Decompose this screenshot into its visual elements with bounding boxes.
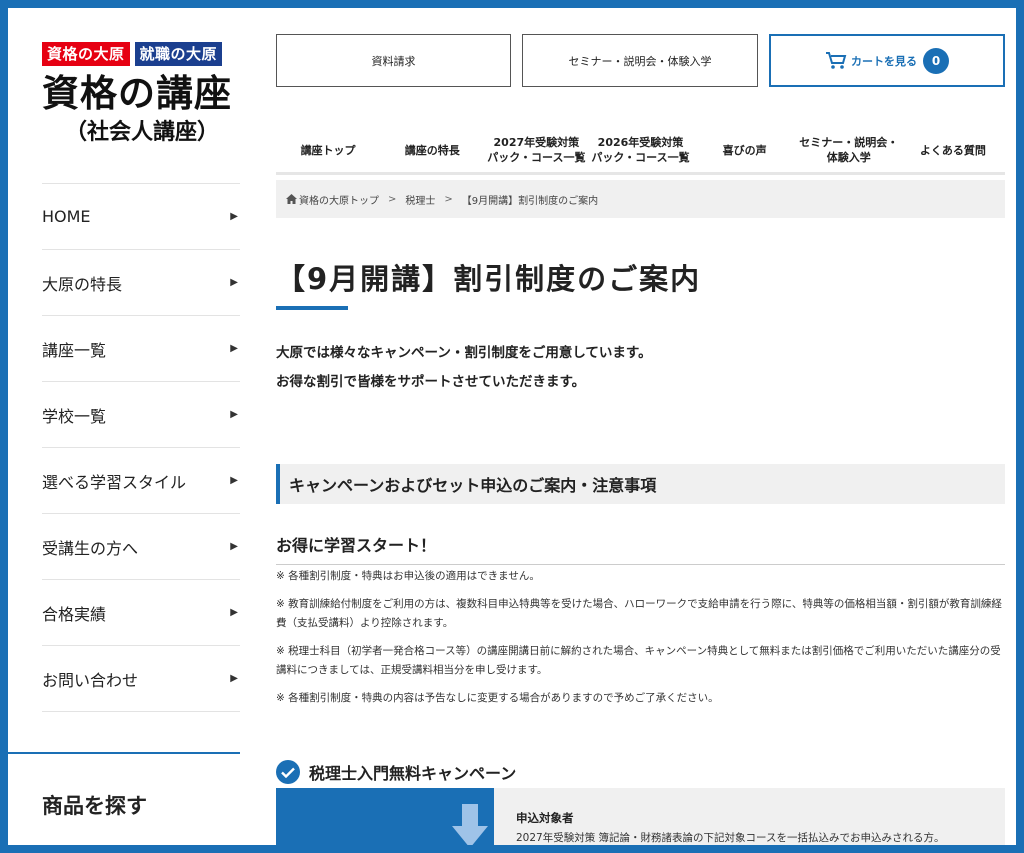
campaign-visual	[276, 788, 494, 845]
sidebar-item-contact[interactable]: お問い合わせ ▶	[42, 646, 240, 712]
campaign-target-desc: 2027年受験対策 簿記論・財務諸表論の下記対象コースを一括払込みでお申込みされ…	[516, 832, 945, 844]
seminar-button[interactable]: セミナー・説明会・体験入学	[522, 34, 758, 87]
arrow-down-icon	[452, 804, 488, 845]
breadcrumb-separator: >	[388, 193, 397, 205]
logo-badges[interactable]: 資格の大原 就職の大原	[42, 42, 223, 66]
sidebar-item-courses[interactable]: 講座一覧 ▶	[42, 316, 240, 382]
note-item: ※ 各種割引制度・特典はお申込後の適用はできません。	[276, 570, 540, 582]
breadcrumb-separator: >	[444, 193, 453, 205]
campaign-box: 申込対象者 2027年受験対策 簿記論・財務諸表論の下記対象コースを一括払込みで…	[276, 788, 1005, 845]
tab-faq[interactable]: よくある質問	[901, 128, 1005, 172]
view-cart-button[interactable]: カートを見る 0	[769, 34, 1005, 87]
cart-count-badge: 0	[923, 47, 949, 74]
seminar-label: セミナー・説明会・体験入学	[568, 54, 712, 68]
logo-badge-shikaku[interactable]: 資格の大原	[42, 42, 130, 66]
breadcrumb-current: 【9月開講】割引制度のご案内	[461, 195, 599, 207]
breadcrumb: 資格の大原トップ > 税理士 > 【9月開講】割引制度のご案内	[276, 180, 1005, 218]
tab-label-line2: パック・コース一覧	[487, 151, 586, 164]
tab-label-line1: セミナー・説明会・	[799, 136, 899, 149]
notes-list: ※ 各種割引制度・特典はお申込後の適用はできません。 ※ 教育訓練給付制度をご利…	[276, 567, 1005, 717]
lead-line-2: お得な割引で皆様をサポートさせていただきます。	[276, 374, 586, 390]
tab-label-line1: 講座トップ	[300, 143, 356, 157]
sidebar-item-label: 学校一覧	[42, 406, 107, 426]
tab-label-line2: 体験入学	[826, 151, 871, 164]
sidebar-item-features[interactable]: 大原の特長 ▶	[42, 250, 240, 316]
tab-label-line1: よくある質問	[919, 143, 986, 157]
product-search-title: 商品を探す	[42, 794, 147, 818]
chevron-right-icon: ▶	[230, 607, 238, 618]
logo-title[interactable]: 資格の講座	[42, 72, 242, 116]
tab-label-line1: 講座の特長	[404, 143, 460, 157]
chevron-right-icon: ▶	[230, 343, 238, 354]
sidebar-item-label: 大原の特長	[42, 274, 123, 294]
chevron-right-icon: ▶	[230, 211, 238, 222]
sidebar-item-label: お問い合わせ	[42, 670, 139, 690]
title-underline	[276, 306, 348, 310]
check-badge-icon	[276, 760, 300, 784]
tab-course-top[interactable]: 講座トップ	[276, 128, 380, 172]
tab-label-line2: パック・コース一覧	[591, 151, 690, 164]
note-item: ※ 各種割引制度・特典の内容は予告なしに変更する場合がありますので予めご了承くだ…	[276, 692, 719, 704]
sub-heading: お得に学習スタート！	[276, 532, 1005, 565]
chevron-right-icon: ▶	[230, 673, 238, 684]
home-icon	[286, 194, 297, 204]
sidebar-item-home[interactable]: HOME ▶	[42, 184, 240, 250]
chevron-right-icon: ▶	[230, 277, 238, 288]
breadcrumb-tax-link[interactable]: 税理士	[405, 192, 435, 207]
page-title: 【9月開講】割引制度のご案内	[276, 262, 702, 296]
sidebar-item-label: 受講生の方へ	[42, 538, 139, 558]
breadcrumb-home-link[interactable]: 資格の大原トップ	[299, 192, 379, 207]
tab-label-line1: 喜びの声	[722, 143, 767, 157]
tab-testimonials[interactable]: 喜びの声	[693, 128, 797, 172]
note-item: ※ 税理士科目（初学者一発合格コース等）の講座開講日前に解約された場合、キャンペ…	[276, 645, 1001, 676]
view-cart-label: カートを見る	[851, 54, 917, 68]
sidebar-item-students[interactable]: 受講生の方へ ▶	[42, 514, 240, 580]
campaign-target-label: 申込対象者	[516, 811, 574, 825]
tab-2027-courses[interactable]: 2027年受験対策 パック・コース一覧	[484, 128, 588, 172]
logo-badge-shushoku[interactable]: 就職の大原	[134, 42, 223, 66]
sidebar-item-label: 講座一覧	[42, 340, 107, 360]
sidebar-item-label: 選べる学習スタイル	[42, 472, 187, 492]
section-heading: キャンペーンおよびセット申込のご案内・注意事項	[276, 464, 1005, 504]
campaign-heading: 税理士入門無料キャンペーン	[276, 760, 516, 784]
sidebar-item-label: 合格実績	[42, 604, 107, 624]
page-frame: 資格の大原 就職の大原 資格の講座 （社会人講座） HOME ▶ 大原の特長 ▶ 講…	[8, 8, 1016, 845]
sidebar-item-label: HOME	[42, 207, 91, 226]
chevron-right-icon: ▶	[230, 475, 238, 486]
chevron-right-icon: ▶	[230, 409, 238, 420]
sidebar-item-schools[interactable]: 学校一覧 ▶	[42, 382, 240, 448]
cart-icon	[826, 51, 847, 69]
sidebar-item-results[interactable]: 合格実績 ▶	[42, 580, 240, 646]
lead-line-1: 大原では様々なキャンペーン・割引制度をご用意しています。	[276, 345, 652, 361]
tab-seminars[interactable]: セミナー・説明会・ 体験入学	[797, 128, 901, 172]
logo-subtitle: （社会人講座）	[64, 120, 219, 145]
lead-text: 大原では様々なキャンペーン・割引制度をご用意しています。 お得な割引で皆様をサポ…	[276, 339, 652, 397]
request-materials-button[interactable]: 資料請求	[276, 34, 511, 87]
chevron-right-icon: ▶	[230, 541, 238, 552]
tab-course-features[interactable]: 講座の特長	[380, 128, 484, 172]
campaign-title: 税理士入門無料キャンペーン	[309, 764, 517, 783]
tab-label-line1: 2027年受験対策	[493, 136, 580, 149]
sidebar: 資格の大原 就職の大原 資格の講座 （社会人講座） HOME ▶ 大原の特長 ▶ 講…	[8, 8, 240, 845]
product-search-block: 商品を探す	[8, 752, 240, 818]
request-materials-label: 資料請求	[371, 54, 416, 68]
sidebar-item-styles[interactable]: 選べる学習スタイル ▶	[42, 448, 240, 514]
tab-label-line1: 2026年受験対策	[597, 136, 684, 149]
section-heading-text: キャンペーンおよびセット申込のご案内・注意事項	[289, 476, 657, 495]
sidebar-nav: HOME ▶ 大原の特長 ▶ 講座一覧 ▶ 学校一覧 ▶ 選べる学習スタイル ▶ 受講生の…	[42, 183, 240, 712]
course-nav: 講座トップ 講座の特長 2027年受験対策 パック・コース一覧 2026年受験対策…	[276, 128, 1005, 175]
tab-2026-courses[interactable]: 2026年受験対策 パック・コース一覧	[588, 128, 692, 172]
note-item: ※ 教育訓練給付制度をご利用の方は、複数科目申込特典等を受けた場合、ハローワーク…	[276, 598, 1002, 629]
